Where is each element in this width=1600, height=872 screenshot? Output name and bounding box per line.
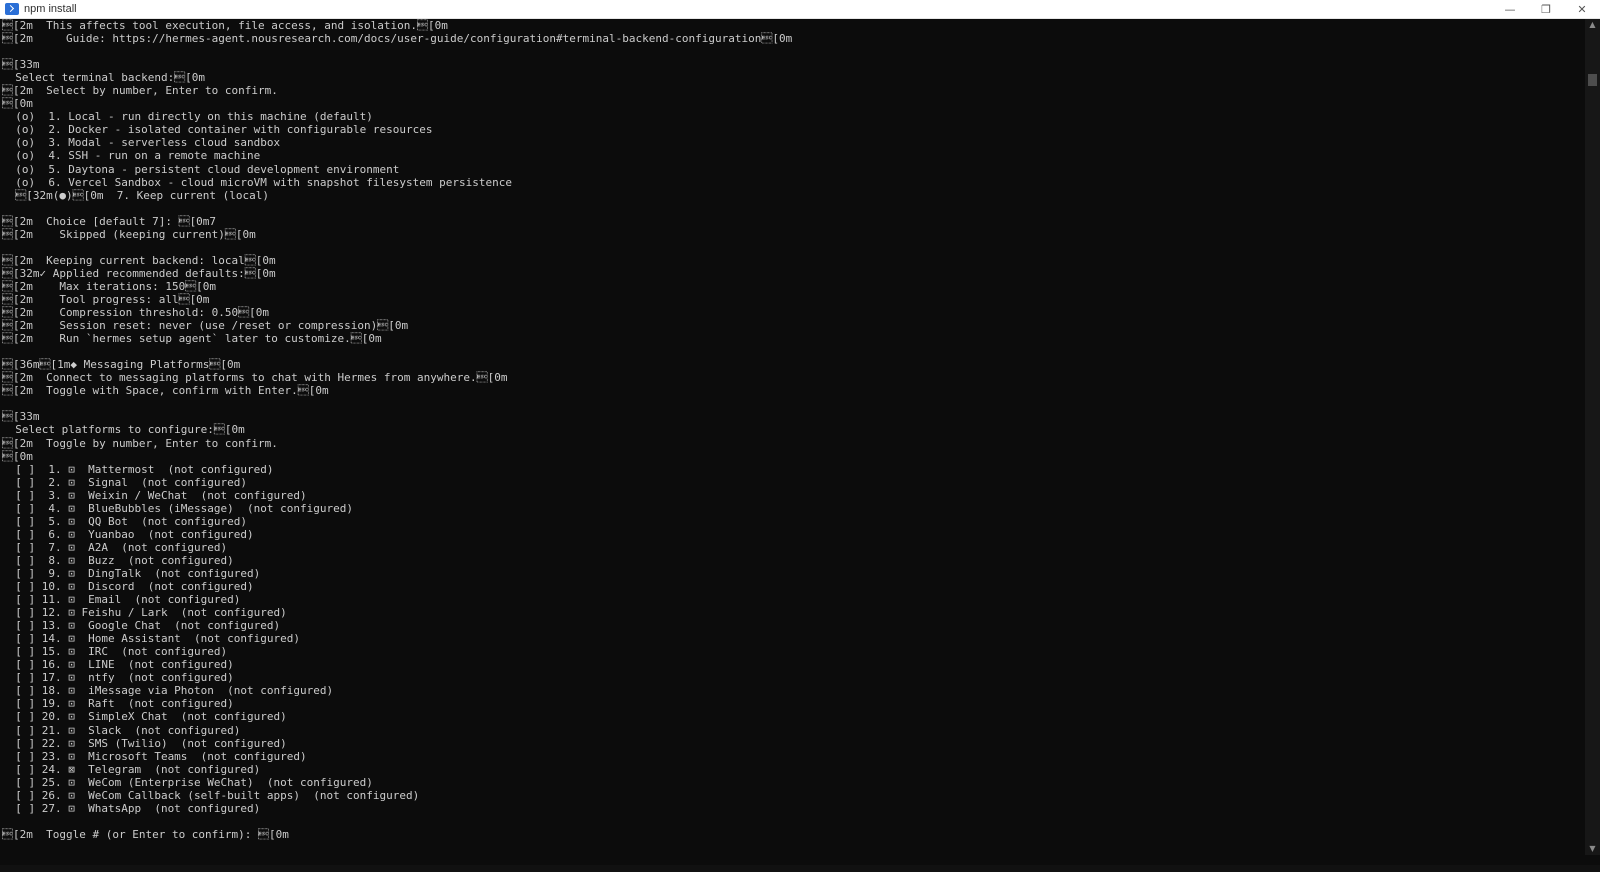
terminal-line: [2m Toggle with Space, confirm with Ent… xyxy=(2,384,329,398)
terminal-line: [ ] 2. ⊡ Signal (not configured) xyxy=(2,475,248,489)
scroll-up-icon[interactable]: ▲ xyxy=(1585,19,1600,31)
terminal-line: [ ] 15. ⊡ IRC (not configured) xyxy=(2,645,228,659)
terminal-line: [ ] 8. ⊡ Buzz (not configured) xyxy=(2,553,234,567)
terminal-line: Select terminal backend:[0m xyxy=(2,71,206,85)
window-title: npm install xyxy=(24,3,77,15)
terminal-line: [2m Session reset: never (use /reset or… xyxy=(2,319,409,333)
terminal-line: [ ] 4. ⊡ BlueBubbles (iMessage) (not con… xyxy=(2,501,353,515)
terminal-line: [2m Run `hermes setup agent` later to c… xyxy=(2,332,382,346)
vertical-scrollbar[interactable]: ▲ ▼ xyxy=(1585,19,1600,855)
terminal-line: (o) 5. Daytona - persistent cloud develo… xyxy=(2,162,400,176)
terminal-line: [0m xyxy=(2,97,33,111)
terminal-line: [36m[1m◆ Messaging Platforms[0m xyxy=(2,358,241,372)
minimize-button[interactable]: — xyxy=(1492,0,1528,18)
terminal-line: [32m(●)[0m 7. Keep current (local) xyxy=(2,188,270,202)
terminal-line: [ ] 16. ⊡ LINE (not configured) xyxy=(2,658,234,672)
terminal-line: [ ] 10. ⊡ Discord (not configured) xyxy=(2,580,254,594)
terminal-line: (o) 1. Local - run directly on this mach… xyxy=(2,110,373,124)
terminal-line: (o) 3. Modal - serverless cloud sandbox xyxy=(2,136,281,150)
terminal-line: [2m Toggle by number, Enter to confirm. xyxy=(2,436,278,450)
terminal-line: [32m✓ Applied recommended defaults:[0m xyxy=(2,266,276,280)
terminal-line: [ ] 22. ⊡ SMS (Twilio) (not configured) xyxy=(2,736,287,750)
terminal-line: [2m Skipped (keeping current)[0m xyxy=(2,227,256,241)
terminal-line: (o) 2. Docker - isolated container with … xyxy=(2,123,433,137)
terminal-line: [2m Toggle # (or Enter to confirm): [0… xyxy=(2,827,289,841)
terminal-line: (o) 4. SSH - run on a remote machine xyxy=(2,149,261,163)
terminal-line: [ ] 5. ⊡ QQ Bot (not configured) xyxy=(2,514,248,528)
terminal-line: [2m Tool progress: all[0m xyxy=(2,292,210,306)
terminal-line: [2m Guide: https://hermes-agent.nousres… xyxy=(2,32,793,46)
terminal-line: [ ] 11. ⊡ Email (not configured) xyxy=(2,593,241,607)
scroll-down-icon[interactable]: ▼ xyxy=(1585,843,1600,855)
terminal-line: [ ] 13. ⊡ Google Chat (not configured) xyxy=(2,619,281,633)
terminal-line: (o) 6. Vercel Sandbox - cloud microVM wi… xyxy=(2,175,512,189)
terminal-line: [2m Choice [default 7]: [0m7 xyxy=(2,214,217,228)
powershell-icon xyxy=(5,3,19,15)
window-controls: — ❐ ✕ xyxy=(1492,0,1600,18)
terminal-line: [ ] 18. ⊡ iMessage via Photon (not confi… xyxy=(2,684,334,698)
terminal-line: [ ] 17. ⊡ ntfy (not configured) xyxy=(2,671,234,685)
scrollbar-thumb[interactable] xyxy=(1588,74,1597,86)
terminal-line: [ ] 21. ⊡ Slack (not configured) xyxy=(2,723,241,737)
terminal-line: [ ] 20. ⊡ SimpleX Chat (not configured) xyxy=(2,710,287,724)
terminal-line: [2m Keeping current backend: local[0m xyxy=(2,253,276,267)
terminal-line: [ ] 9. ⊡ DingTalk (not configured) xyxy=(2,566,261,580)
terminal-window: npm install — ❐ ✕ [2m This affects tool… xyxy=(0,0,1600,872)
terminal-line: [33m xyxy=(2,410,40,424)
restore-button[interactable]: ❐ xyxy=(1528,0,1564,18)
window-bottom-edge xyxy=(0,865,1600,872)
terminal-line: [ ] 26. ⊡ WeCom Callback (self-built app… xyxy=(2,788,420,802)
terminal-line: [ ] 24. ⊠ Telegram (not configured) xyxy=(2,762,261,776)
terminal-line: Select platforms to configure:[0m xyxy=(2,423,245,437)
terminal-line: [2m Compression threshold: 0.50[0m xyxy=(2,306,270,320)
terminal-line: [2m This affects tool execution, file a… xyxy=(2,19,448,32)
close-button[interactable]: ✕ xyxy=(1564,0,1600,18)
terminal-line: [2m Connect to messaging platforms to c… xyxy=(2,371,508,385)
terminal-line: [ ] 14. ⊡ Home Assistant (not configured… xyxy=(2,632,301,646)
terminal-line: [ ] 27. ⊡ WhatsApp (not configured) xyxy=(2,801,261,815)
terminal-line: [ ] 1. ⊡ Mattermost (not configured) xyxy=(2,462,274,476)
terminal-line: [ ] 25. ⊡ WeCom (Enterprise WeChat) (not… xyxy=(2,775,373,789)
terminal-line: [33m xyxy=(2,58,40,72)
terminal-line: [ ] 3. ⊡ Weixin / WeChat (not configured… xyxy=(2,488,307,502)
terminal-line: [2m Max iterations: 150[0m xyxy=(2,279,217,293)
terminal-line: [0m xyxy=(2,449,33,463)
terminal-line: [ ] 12. ⊡ Feishu / Lark (not configured) xyxy=(2,606,287,620)
terminal-output[interactable]: [2m This affects tool execution, file a… xyxy=(2,19,1582,865)
terminal-line: [2m Select by number, Enter to confirm. xyxy=(2,84,278,98)
title-bar[interactable]: npm install — ❐ ✕ xyxy=(0,0,1600,19)
terminal-line: [ ] 6. ⊡ Yuanbao (not configured) xyxy=(2,527,254,541)
terminal-line: [ ] 23. ⊡ Microsoft Teams (not configure… xyxy=(2,749,307,763)
terminal-line: [ ] 19. ⊡ Raft (not configured) xyxy=(2,697,234,711)
terminal-line: [ ] 7. ⊡ A2A (not configured) xyxy=(2,540,228,554)
